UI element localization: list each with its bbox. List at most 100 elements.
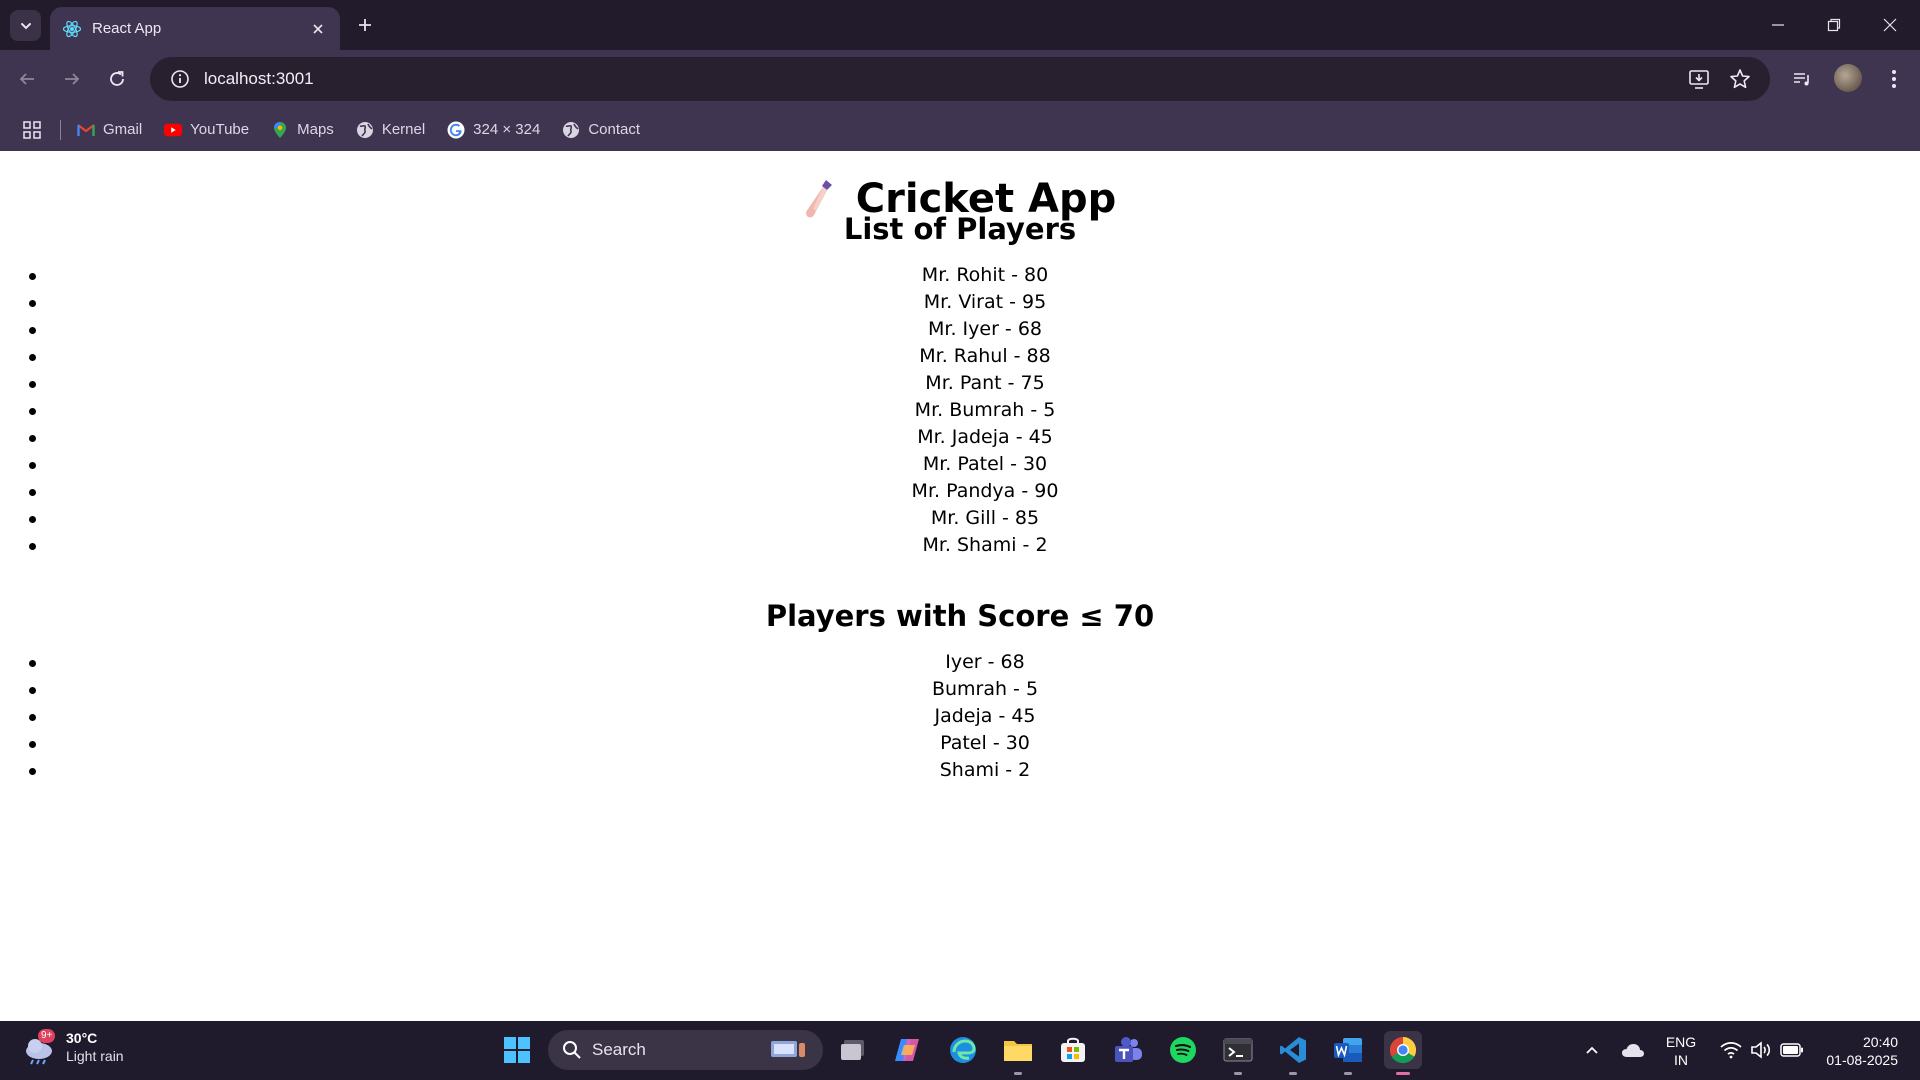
weather-widget[interactable]: 9+ 30°C Light rain [22, 1029, 124, 1065]
reload-button[interactable] [100, 62, 134, 96]
windows-taskbar: 9+ 30°C Light rain Search ENG IN 20:40 0… [0, 1021, 1920, 1080]
clock-time: 20:40 [1862, 1034, 1898, 1050]
apps-grid-icon [23, 120, 41, 139]
bookmark-contact[interactable]: Contact [562, 121, 640, 139]
tab-close-button[interactable] [308, 19, 328, 39]
file-explorer-button[interactable] [999, 1031, 1037, 1075]
store-icon [1061, 1037, 1085, 1062]
apps-button[interactable] [20, 118, 44, 142]
close-icon [313, 23, 323, 34]
list-item: Mr. Pandya - 90 [0, 478, 1920, 505]
list-item: Mr. Iyer - 68 [0, 316, 1920, 343]
clock[interactable]: 20:40 01-08-2025 [1812, 1033, 1898, 1069]
region-label: IN [1674, 1052, 1688, 1068]
tab-strip: React App [0, 0, 1920, 50]
bookmark-label: YouTube [190, 121, 250, 138]
spotify-icon [1170, 1037, 1196, 1063]
filtered-players-list: Iyer - 68 Bumrah - 5 Jadeja - 45 Patel -… [0, 649, 1920, 784]
info-icon [171, 70, 189, 88]
spotify-button[interactable] [1164, 1031, 1202, 1069]
store-button[interactable] [1054, 1031, 1092, 1069]
chrome-icon [1389, 1036, 1417, 1064]
bookmark-label: Contact [588, 121, 641, 138]
word-button[interactable] [1329, 1031, 1367, 1075]
copilot-icon [895, 1039, 919, 1061]
running-indicator [1014, 1072, 1022, 1075]
list-item: Mr. Bumrah - 5 [0, 397, 1920, 424]
profile-avatar[interactable] [1834, 64, 1862, 92]
cloud-icon [1622, 1044, 1644, 1057]
word-icon [1334, 1038, 1362, 1062]
battery-icon [1780, 1043, 1803, 1057]
list-item: Jadeja - 45 [0, 703, 1920, 730]
list-item: Iyer - 68 [0, 649, 1920, 676]
url-text[interactable]: localhost:3001 [204, 69, 1770, 89]
page-content: Cricket App List of Players Mr. Rohit - … [0, 151, 1920, 1021]
bookmark-label: 324 × 324 [473, 121, 541, 138]
folder-icon [1004, 1041, 1032, 1061]
restore-button[interactable] [1806, 0, 1862, 50]
players-heading: List of Players [843, 212, 1077, 246]
globe-icon [562, 121, 580, 139]
terminal-button[interactable] [1219, 1031, 1257, 1075]
task-view-button[interactable] [835, 1031, 873, 1069]
bookmark-maps[interactable]: Maps [271, 121, 334, 139]
copilot-button[interactable] [889, 1031, 927, 1069]
playlist-icon [1794, 73, 1809, 86]
list-item: Patel - 30 [0, 730, 1920, 757]
maps-icon [271, 121, 289, 139]
list-item: Mr. Jadeja - 45 [0, 424, 1920, 451]
bookmarks-divider [60, 119, 61, 140]
minimize-icon [1772, 24, 1784, 26]
chevron-down-icon [20, 22, 31, 29]
minimize-button[interactable] [1750, 0, 1806, 50]
language-indicator[interactable]: ENG IN [1655, 1033, 1707, 1069]
list-item: Mr. Rahul - 88 [0, 343, 1920, 370]
bookmark-label: Gmail [103, 121, 143, 138]
media-controls-button[interactable] [1784, 57, 1820, 101]
bookmark-google-324[interactable]: 324 × 324 [447, 121, 540, 139]
address-bar[interactable]: localhost:3001 [150, 57, 1770, 101]
new-tab-button[interactable] [352, 12, 378, 38]
list-item: Mr. Shami - 2 [0, 532, 1920, 559]
filtered-heading: Players with Score ≤ 70 [765, 599, 1155, 633]
google-icon [447, 121, 465, 139]
install-app-button[interactable] [1681, 57, 1717, 101]
show-hidden-icons-button[interactable] [1573, 1031, 1611, 1069]
list-item: Mr. Rohit - 80 [0, 262, 1920, 289]
react-icon [62, 20, 82, 37]
tab-search-button[interactable] [10, 10, 41, 41]
running-indicator [1344, 1072, 1352, 1075]
bookmark-gmail[interactable]: Gmail [77, 121, 142, 139]
search-label: Search [592, 1040, 646, 1059]
vscode-icon [1280, 1037, 1306, 1063]
bookmark-kernel[interactable]: Kernel [356, 121, 425, 139]
onedrive-button[interactable] [1615, 1031, 1651, 1069]
running-indicator [1234, 1072, 1242, 1075]
weather-temperature: 30°C [66, 1030, 98, 1046]
running-indicator [1289, 1072, 1297, 1075]
taskbar-search[interactable]: Search [548, 1030, 823, 1070]
chrome-button[interactable] [1384, 1031, 1422, 1075]
quick-settings-button[interactable] [1712, 1031, 1812, 1069]
bookmark-youtube[interactable]: YouTube [164, 121, 249, 139]
list-item: Bumrah - 5 [0, 676, 1920, 703]
site-info-button[interactable] [158, 57, 202, 101]
more-vertical-icon [1892, 70, 1896, 88]
window-close-button[interactable] [1862, 0, 1918, 50]
close-icon [1883, 18, 1897, 32]
back-button[interactable] [10, 62, 44, 96]
bookmark-star-button[interactable] [1722, 57, 1758, 101]
browser-menu-button[interactable] [1876, 57, 1912, 101]
edge-button[interactable] [944, 1031, 982, 1069]
start-button[interactable] [498, 1031, 536, 1069]
list-item: Mr. Virat - 95 [0, 289, 1920, 316]
browser-tab-active[interactable]: React App [50, 7, 340, 50]
chevron-up-icon [1586, 1046, 1598, 1054]
star-icon [1730, 69, 1750, 89]
teams-icon [1115, 1037, 1142, 1062]
forward-button[interactable] [55, 62, 89, 96]
teams-button[interactable] [1109, 1031, 1147, 1069]
language-label: ENG [1665, 1034, 1697, 1050]
vscode-button[interactable] [1274, 1031, 1312, 1075]
